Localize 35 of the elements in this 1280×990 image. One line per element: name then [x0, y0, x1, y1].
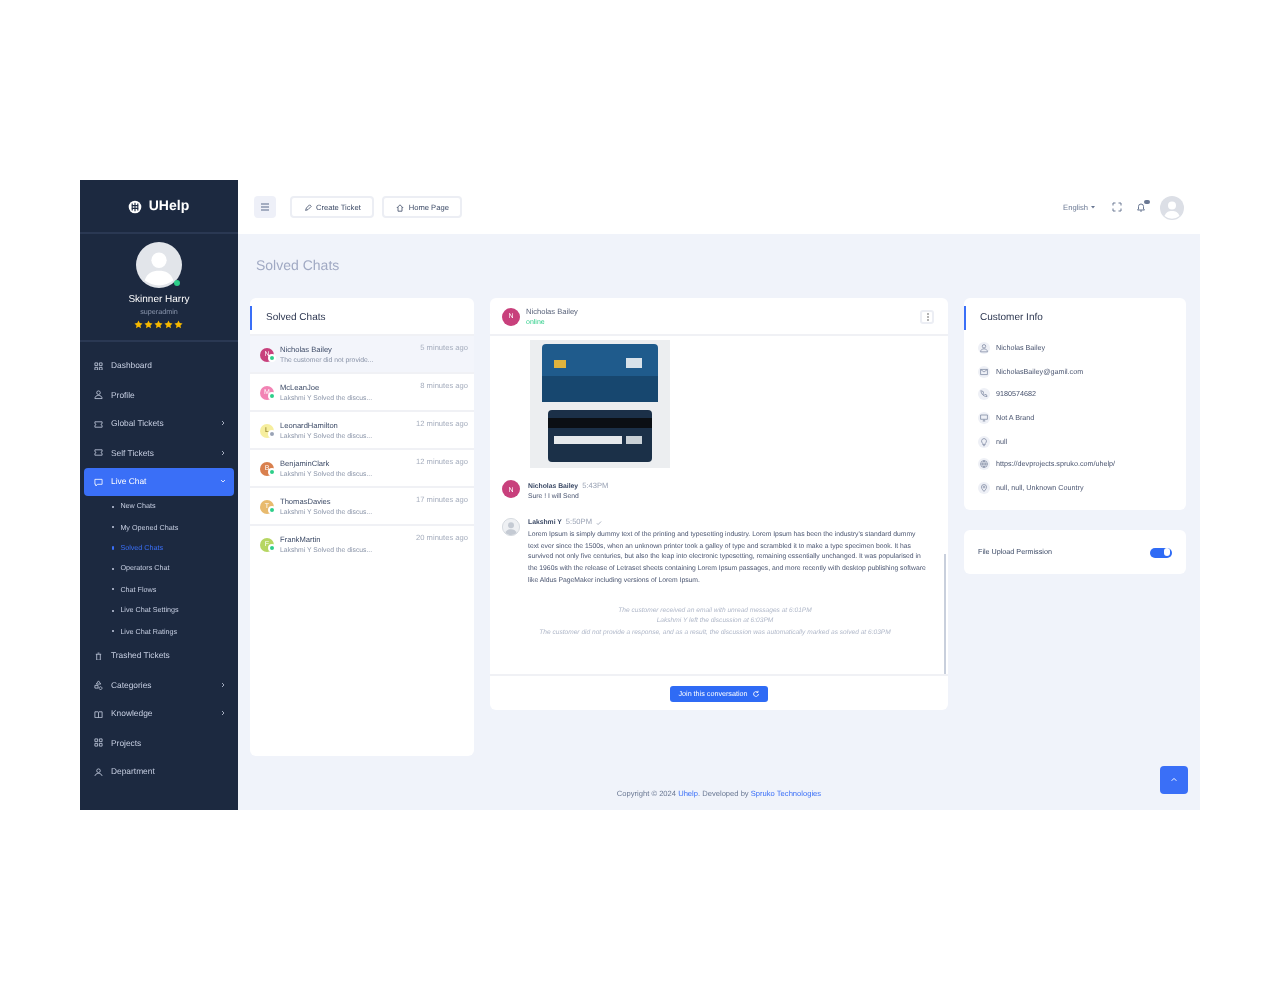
person-icon — [94, 390, 103, 399]
ticket-icon — [94, 419, 103, 428]
person-icon — [94, 767, 103, 777]
chevron-up-icon — [1170, 776, 1178, 784]
avatar-icon[interactable] — [1160, 195, 1184, 219]
person-icon — [978, 341, 990, 354]
scroll-top-button[interactable] — [1160, 766, 1188, 794]
menu-button[interactable] — [254, 196, 276, 218]
bulb-icon — [978, 435, 990, 448]
shapes-icon — [94, 680, 103, 690]
caret-icon — [1090, 204, 1096, 210]
home-icon — [396, 203, 405, 211]
globe-icon — [978, 458, 990, 471]
logo-icon — [128, 199, 143, 213]
more-button[interactable] — [920, 309, 934, 323]
mail-icon — [978, 365, 990, 378]
trash-icon — [94, 651, 103, 661]
fullscreen-icon[interactable] — [1112, 202, 1122, 212]
book-icon — [94, 709, 103, 719]
avatar-icon — [136, 242, 182, 288]
menu-icon — [260, 202, 270, 212]
notification-dot — [1144, 199, 1149, 204]
avatar-icon — [502, 517, 520, 536]
notification-bell-icon[interactable] — [1136, 202, 1146, 212]
ticket-icon — [94, 448, 103, 457]
grid-icon — [94, 361, 103, 370]
chat-icon — [94, 477, 103, 486]
pin-icon — [978, 481, 990, 494]
refresh-icon — [751, 689, 760, 697]
pencil-icon — [304, 203, 312, 211]
status-dot — [174, 280, 180, 286]
monitor-icon — [978, 411, 990, 424]
phone-icon — [978, 388, 990, 401]
toggle-switch[interactable] — [1150, 547, 1172, 557]
grid-icon — [94, 738, 103, 748]
